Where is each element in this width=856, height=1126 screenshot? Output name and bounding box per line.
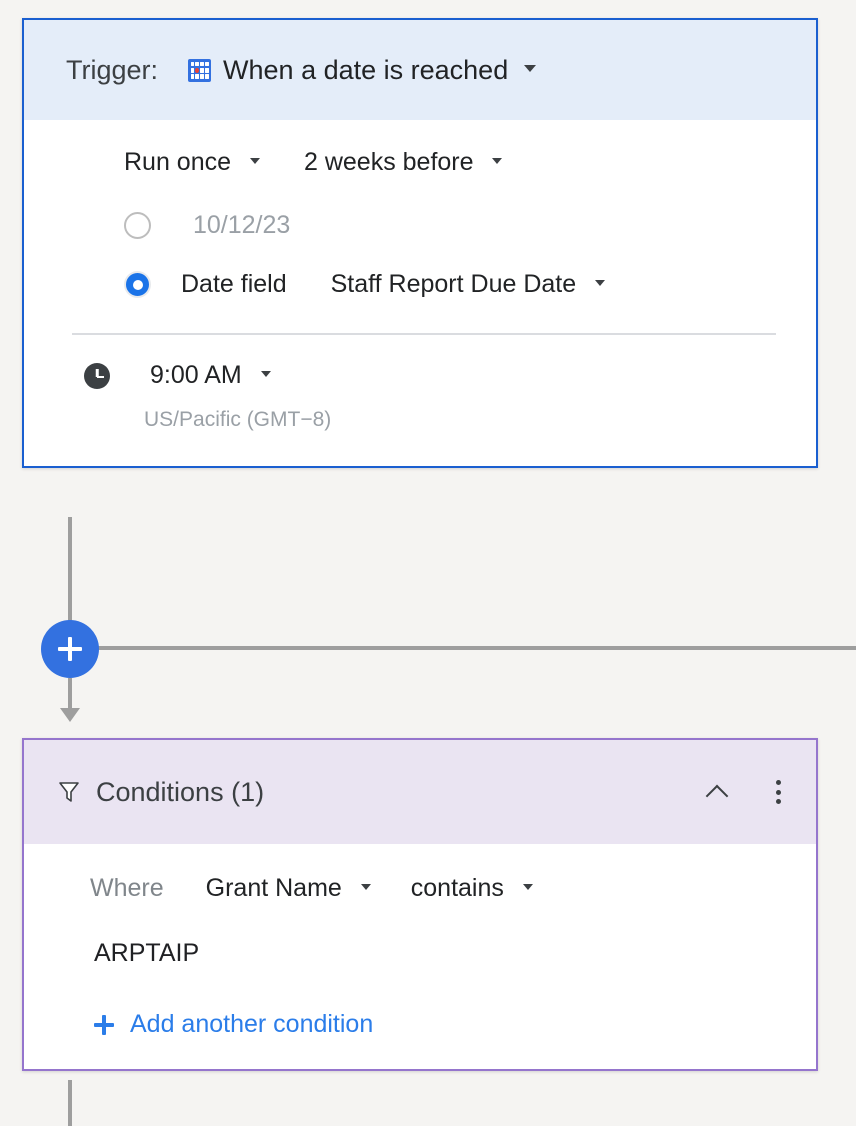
calendar-cell: [200, 61, 204, 67]
time-row: 9:00 AM: [24, 335, 816, 390]
add-another-condition-button[interactable]: Add another condition: [24, 968, 373, 1039]
chevron-down-icon[interactable]: [492, 158, 503, 165]
calendar-cell: [190, 74, 194, 79]
radio-specific-date[interactable]: [124, 212, 151, 239]
filter-icon: [59, 782, 79, 802]
trigger-card[interactable]: Trigger: When a date is reached Run once…: [22, 18, 818, 468]
calendar-cell: [190, 61, 194, 67]
chevron-down-icon[interactable]: [360, 884, 371, 891]
calendar-cell: [205, 61, 209, 67]
condition-value-input[interactable]: ARPTAIP: [24, 903, 816, 968]
where-label: Where: [90, 874, 164, 902]
connector-conditions-down: [68, 1080, 72, 1126]
condition-field-value: Grant Name: [205, 874, 342, 902]
more-vert-icon[interactable]: [766, 779, 790, 805]
trigger-body: Run once 2 weeks before 10/12/23 Date fi…: [24, 120, 816, 466]
offset-value: 2 weeks before: [303, 148, 474, 176]
schedule-row: Run once 2 weeks before: [24, 120, 816, 177]
specific-date-value[interactable]: 10/12/23: [193, 211, 290, 240]
calendar-icon: [188, 58, 212, 82]
condition-operator-value: contains: [410, 874, 504, 902]
plus-icon-vertical: [68, 637, 72, 661]
connector-add-to-conditions: [68, 678, 72, 710]
offset-dropdown[interactable]: 2 weeks before: [304, 148, 503, 177]
chevron-up-icon[interactable]: [706, 780, 730, 804]
add-step-button[interactable]: [41, 620, 99, 678]
radio-date-field[interactable]: [124, 271, 151, 298]
date-field-label: Date field: [181, 270, 287, 298]
run-frequency-dropdown[interactable]: Run once: [124, 148, 260, 177]
connector-branch-horizontal: [98, 646, 856, 650]
timezone-label: US/Pacific (GMT−8): [144, 408, 332, 431]
specific-date-option-row[interactable]: 10/12/23: [24, 177, 816, 240]
calendar-cell: [195, 74, 199, 79]
chevron-down-icon[interactable]: [522, 884, 533, 891]
date-field-dropdown[interactable]: Staff Report Due Date: [330, 270, 606, 299]
time-value-text: 9:00 AM: [150, 361, 242, 389]
automation-canvas: Trigger: When a date is reached Run once…: [0, 0, 856, 1126]
add-another-condition-label: Add another condition: [130, 1010, 374, 1038]
connector-arrowhead: [60, 708, 80, 722]
condition-row: Where Grant Name contains: [24, 874, 816, 903]
clock-icon: [84, 362, 110, 389]
conditions-header: Conditions (1): [24, 740, 816, 844]
calendar-cell: [190, 67, 194, 73]
condition-field-dropdown[interactable]: Grant Name: [206, 874, 371, 903]
date-field-value-text: Staff Report Due Date: [330, 270, 577, 298]
chevron-down-icon[interactable]: [260, 371, 271, 378]
conditions-body: Where Grant Name contains ARPTAIP Add an…: [24, 844, 816, 1069]
chevron-down-icon[interactable]: [595, 280, 606, 287]
calendar-cell: [205, 74, 209, 79]
conditions-title: Conditions (1): [96, 776, 265, 807]
kebab-dot: [775, 780, 781, 785]
chevron-down-icon[interactable]: [249, 158, 260, 165]
condition-operator-dropdown[interactable]: contains: [411, 874, 533, 903]
connector-trigger-to-add: [68, 517, 72, 625]
trigger-type-value[interactable]: When a date is reached: [223, 55, 508, 86]
chevron-down-icon[interactable]: [524, 64, 537, 72]
date-field-option-row[interactable]: Date field Staff Report Due Date: [24, 240, 816, 299]
run-frequency-value: Run once: [124, 148, 232, 176]
calendar-cell: [205, 67, 209, 73]
kebab-dot: [775, 789, 781, 795]
time-dropdown[interactable]: 9:00 AM: [150, 361, 271, 390]
calendar-today-dot: [195, 67, 199, 73]
trigger-header: Trigger: When a date is reached: [24, 20, 816, 120]
calendar-cell: [200, 67, 204, 73]
conditions-card[interactable]: Conditions (1) Where Grant Name contains: [22, 738, 818, 1071]
calendar-cell: [195, 61, 199, 67]
kebab-dot: [775, 799, 781, 804]
trigger-label: Trigger:: [66, 54, 159, 85]
plus-icon: [94, 1014, 114, 1035]
calendar-cell: [200, 74, 204, 79]
